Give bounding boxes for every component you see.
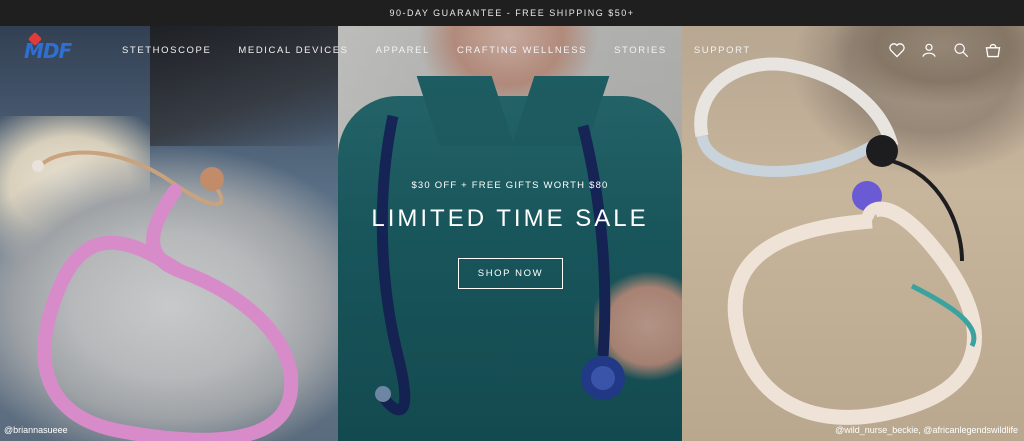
hero-banner [0, 26, 1024, 441]
hero-title: LIMITED TIME SALE [371, 205, 649, 232]
promo-line: $30 OFF + FREE GIFTS WORTH $80 [411, 180, 609, 191]
announcement-text: 90-DAY GUARANTEE - FREE SHIPPING $50+ [389, 8, 635, 18]
photo-credit-left: @briannasueee [4, 425, 68, 435]
search-icon[interactable] [952, 41, 970, 59]
announcement-bar: 90-DAY GUARANTEE - FREE SHIPPING $50+ [0, 0, 1024, 26]
hero-image-right [682, 26, 1024, 441]
nav-item-support[interactable]: SUPPORT [694, 45, 751, 56]
hero-image-left [0, 26, 338, 441]
main-nav: STETHOSCOPE MEDICAL DEVICES APPAREL CRAF… [122, 45, 778, 56]
stethoscope-leopard-image [694, 57, 982, 425]
logo[interactable]: MDF [24, 39, 72, 63]
cart-icon[interactable] [984, 41, 1002, 59]
nav-item-medical-devices[interactable]: MEDICAL DEVICES [238, 45, 348, 56]
hero-image-center [338, 26, 682, 441]
nav-item-stethoscope[interactable]: STETHOSCOPE [122, 45, 211, 56]
shop-now-button[interactable]: SHOP NOW [458, 258, 563, 289]
site-header: MDF STETHOSCOPE MEDICAL DEVICES APPAREL … [0, 26, 1024, 74]
account-icon[interactable] [920, 41, 938, 59]
header-icons [888, 41, 1002, 59]
nav-item-stories[interactable]: STORIES [614, 45, 667, 56]
nav-item-apparel[interactable]: APPAREL [376, 45, 430, 56]
heart-icon[interactable] [888, 41, 906, 59]
photo-credit-right: @wild_nurse_beckie, @africanlegendswildl… [835, 425, 1018, 435]
nav-item-crafting-wellness[interactable]: CRAFTING WELLNESS [457, 45, 587, 56]
